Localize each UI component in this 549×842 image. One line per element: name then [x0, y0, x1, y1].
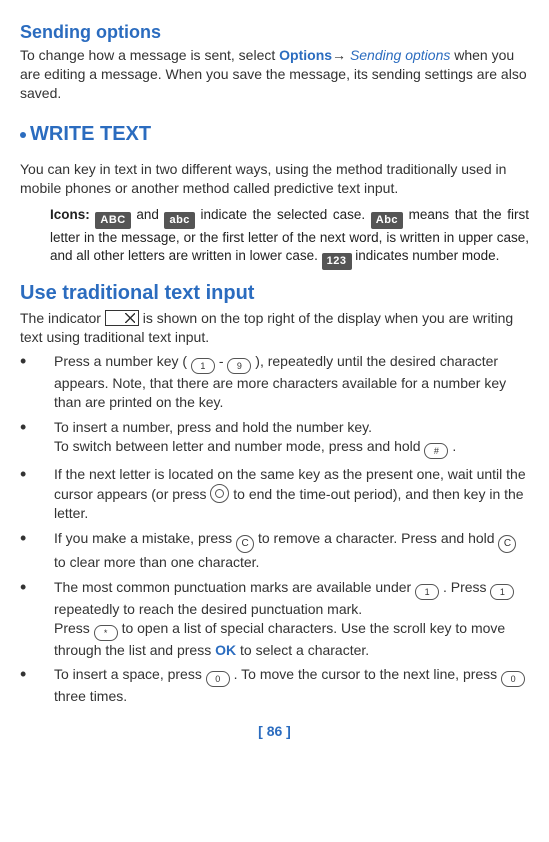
- write-text-title: WRITE TEXT: [30, 123, 151, 145]
- text: -: [215, 353, 227, 369]
- key-9-icon: 9: [227, 358, 251, 374]
- number-mode-icon: 123: [322, 253, 352, 270]
- paragraph-indicator: The indicator is shown on the top right …: [20, 309, 529, 347]
- text: To switch between letter and number mode…: [54, 437, 529, 459]
- text: To insert a space, press: [54, 666, 206, 682]
- scroll-key-icon: [210, 484, 229, 503]
- page-number: [ 86 ]: [20, 722, 529, 741]
- instruction-list: Press a number key ( 1 - 9 ), repeatedly…: [20, 352, 529, 706]
- key-1-icon: 1: [191, 358, 215, 374]
- list-item: To insert a number, press and hold the n…: [20, 418, 529, 459]
- heading-use-traditional: Use traditional text input: [20, 280, 529, 307]
- key-hash-icon: #: [424, 443, 448, 459]
- text: indicate the selected case.: [201, 207, 371, 222]
- options-label: Options: [279, 47, 332, 63]
- text: To switch between letter and number mode…: [54, 438, 424, 454]
- key-c-icon: C: [498, 535, 516, 553]
- text: Press a number key (: [54, 353, 191, 369]
- text: If you make a mistake, press: [54, 530, 236, 546]
- text: indicates number mode.: [355, 248, 499, 263]
- text: to select a character.: [236, 642, 369, 658]
- text: and: [136, 207, 164, 222]
- list-item: The most common punctuation marks are av…: [20, 578, 529, 660]
- key-c-icon: C: [236, 535, 254, 553]
- ok-label: OK: [215, 642, 236, 658]
- icons-label: Icons:: [50, 207, 90, 222]
- text: The indicator: [20, 310, 105, 326]
- abc-upper-icon: ABC: [95, 212, 130, 229]
- abc-title-icon: Abc: [371, 212, 403, 229]
- key-0-icon: 0: [501, 671, 525, 687]
- heading-sending-options: Sending options: [20, 20, 529, 44]
- list-item: Press a number key ( 1 - 9 ), repeatedly…: [20, 352, 529, 412]
- bullet-icon: [20, 132, 26, 138]
- key-1-icon: 1: [490, 584, 514, 600]
- text: Press: [54, 620, 94, 636]
- text: repeatedly to reach the desired punctuat…: [54, 601, 362, 617]
- heading-write-text: WRITE TEXT: [20, 121, 529, 148]
- text: three times.: [54, 688, 127, 704]
- text: . To move the cursor to the next line, p…: [230, 666, 501, 682]
- key-1-icon: 1: [415, 584, 439, 600]
- text: .: [448, 438, 456, 454]
- key-star-icon: *: [94, 625, 118, 641]
- text: to remove a character. Press and hold: [254, 530, 498, 546]
- text: To change how a message is sent, select: [20, 47, 279, 63]
- text: The most common punctuation marks are av…: [54, 579, 415, 595]
- list-item: If the next letter is located on the sam…: [20, 465, 529, 523]
- text: . Press: [439, 579, 490, 595]
- pencil-indicator-icon: [105, 310, 139, 326]
- key-0-icon: 0: [206, 671, 230, 687]
- sending-options-link: Sending options: [350, 47, 450, 63]
- text: to clear more than one character.: [54, 554, 259, 570]
- abc-lower-icon: abc: [164, 212, 194, 229]
- icons-info-block: Icons: ABC and abc indicate the selected…: [50, 206, 529, 270]
- list-item: To insert a space, press 0 . To move the…: [20, 665, 529, 706]
- paragraph-sending: To change how a message is sent, select …: [20, 46, 529, 103]
- list-item: If you make a mistake, press C to remove…: [20, 529, 529, 572]
- paragraph-write-intro: You can key in text in two different way…: [20, 160, 529, 198]
- text: To insert a number, press and hold the n…: [54, 418, 529, 437]
